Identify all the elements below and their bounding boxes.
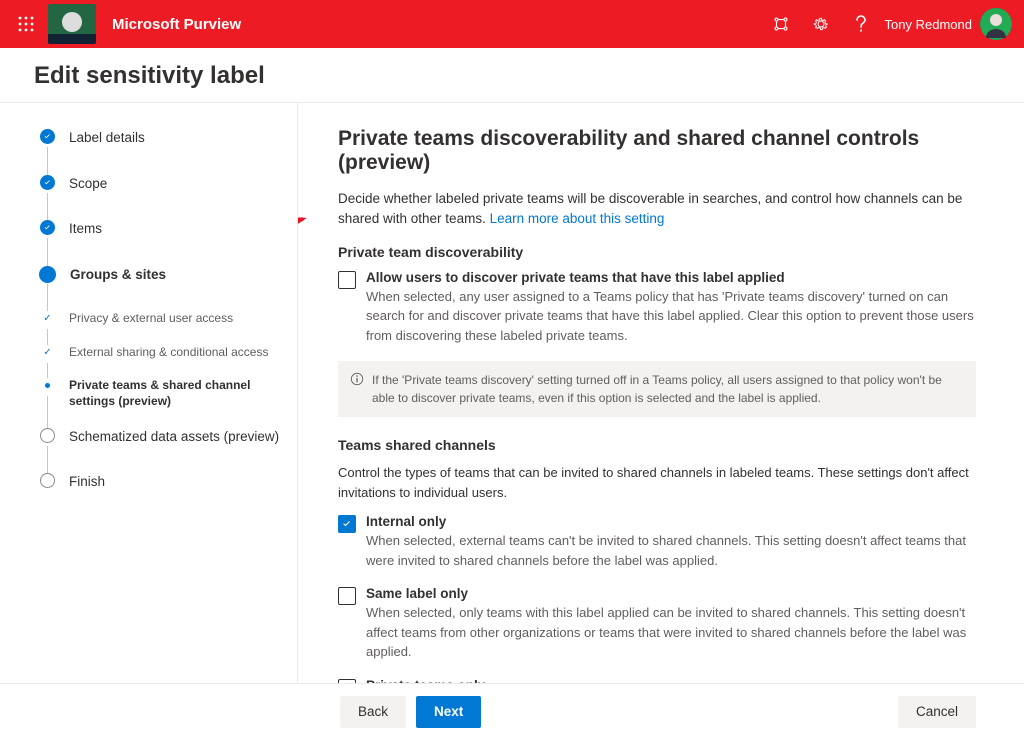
- checkbox-description: When selected, any user assigned to a Te…: [366, 287, 976, 346]
- check-mini-icon: ✓: [40, 311, 55, 326]
- next-button[interactable]: Next: [416, 696, 481, 728]
- step-schematized[interactable]: Schematized data assets (preview): [40, 428, 283, 474]
- checkbox-same-label-only[interactable]: [338, 587, 356, 605]
- app-launcher-icon[interactable]: [8, 6, 44, 42]
- settings-icon[interactable]: [801, 0, 841, 48]
- brand-image: [48, 4, 96, 44]
- discoverability-heading: Private team discoverability: [338, 244, 976, 260]
- checkbox-description: When selected, external teams can't be i…: [366, 531, 976, 570]
- checkbox-label: Allow users to discover private teams th…: [366, 270, 976, 285]
- info-icon: [350, 372, 364, 386]
- intro-text: Decide whether labeled private teams wil…: [338, 189, 976, 230]
- user-name[interactable]: Tony Redmond: [885, 17, 972, 32]
- wizard-steps: Label details Scope Items Groups & sites…: [0, 103, 298, 683]
- step-scope[interactable]: Scope: [40, 175, 283, 221]
- check-icon: [40, 175, 55, 190]
- check-icon: [40, 220, 55, 235]
- flow-icon[interactable]: [761, 0, 801, 48]
- main-content: Private teams discoverability and shared…: [298, 103, 1024, 683]
- step-finish[interactable]: Finish: [40, 473, 283, 519]
- step-label-details[interactable]: Label details: [40, 129, 283, 175]
- app-header: Microsoft Purview Tony Redmond: [0, 0, 1024, 48]
- info-note-discovery: If the 'Private teams discovery' setting…: [338, 361, 976, 417]
- current-step-dot: [39, 266, 56, 283]
- substep-privacy[interactable]: ✓ Privacy & external user access: [40, 311, 283, 345]
- page-title: Edit sensitivity label: [0, 48, 1024, 102]
- help-icon[interactable]: [841, 0, 881, 48]
- checkbox-label: Internal only: [366, 514, 976, 529]
- empty-step-dot: [40, 473, 55, 488]
- app-title: Microsoft Purview: [112, 16, 241, 33]
- cancel-button[interactable]: Cancel: [898, 696, 976, 728]
- wizard-footer: Back Next Cancel: [0, 683, 1024, 739]
- check-icon: [40, 129, 55, 144]
- avatar[interactable]: [980, 8, 1012, 40]
- section-heading: Private teams discoverability and shared…: [338, 127, 976, 175]
- substep-private-teams[interactable]: Private teams & shared channel settings …: [40, 378, 283, 427]
- shared-channels-desc: Control the types of teams that can be i…: [338, 463, 976, 502]
- check-mini-icon: ✓: [40, 345, 55, 360]
- back-button[interactable]: Back: [340, 696, 406, 728]
- empty-step-dot: [40, 428, 55, 443]
- step-items[interactable]: Items: [40, 220, 283, 266]
- checkbox-description: When selected, only teams with this labe…: [366, 603, 976, 662]
- annotation-arrow: [298, 207, 318, 257]
- substep-external-sharing[interactable]: ✓ External sharing & conditional access: [40, 345, 283, 379]
- shared-channels-heading: Teams shared channels: [338, 437, 976, 453]
- checkbox-label: Same label only: [366, 586, 976, 601]
- learn-more-link[interactable]: Learn more about this setting: [490, 211, 665, 226]
- checkbox-discover-private-teams[interactable]: [338, 271, 356, 289]
- step-groups-sites[interactable]: Groups & sites: [40, 266, 283, 312]
- bullet-icon: [40, 378, 55, 393]
- checkbox-internal-only[interactable]: [338, 515, 356, 533]
